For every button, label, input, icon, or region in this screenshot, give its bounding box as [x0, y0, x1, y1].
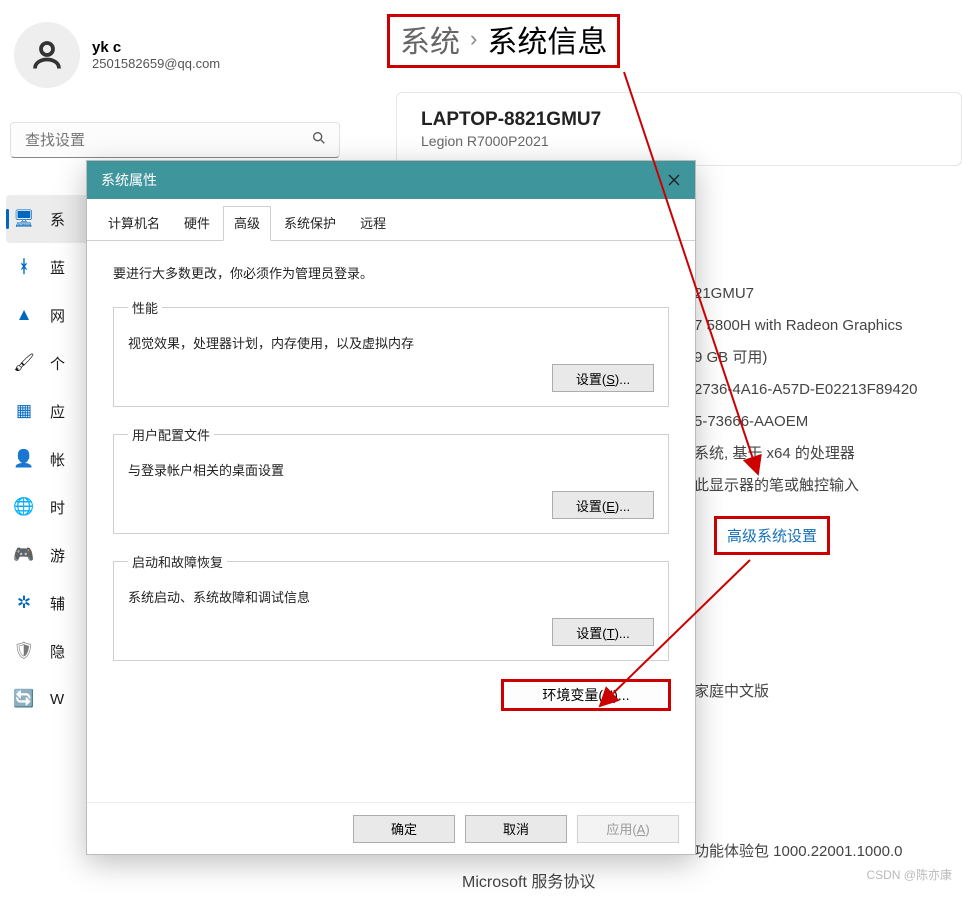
- avatar[interactable]: [14, 22, 80, 88]
- group-legend: 启动和故障恢复: [128, 552, 227, 571]
- dialog-title: 系统属性: [101, 170, 157, 190]
- sidebar-item-bluetooth[interactable]: ᚼ蓝: [0, 243, 100, 291]
- tab-hardware[interactable]: 硬件: [173, 206, 221, 241]
- brush-icon: 🖌: [14, 353, 34, 373]
- wifi-icon: ▲: [14, 305, 34, 325]
- ok-button[interactable]: 确定: [353, 815, 455, 843]
- info-line: 系统, 基于 x64 的处理器: [694, 438, 918, 470]
- performance-settings-button[interactable]: 设置(S)...: [552, 364, 654, 392]
- gamepad-icon: 🎮: [14, 545, 34, 565]
- sidebar-item-privacy[interactable]: 🛡隐: [0, 627, 100, 675]
- tab-remote[interactable]: 远程: [349, 206, 397, 241]
- display-icon: 🖥: [14, 209, 34, 229]
- user-name: yk c: [92, 39, 220, 56]
- info-line: 5-73666-AAOEM: [694, 406, 918, 438]
- group-desc: 与登录帐户相关的桌面设置: [128, 460, 654, 479]
- user-email: 2501582659@qq.com: [92, 56, 220, 71]
- close-icon: [668, 174, 680, 186]
- breadcrumb: 系统 › 系统信息: [387, 14, 620, 68]
- startup-recovery-settings-button[interactable]: 设置(T)...: [552, 618, 654, 646]
- apps-icon: ▦: [14, 401, 34, 421]
- info-line: 此显示器的笔或触控输入: [694, 470, 918, 502]
- group-legend: 性能: [128, 298, 162, 317]
- sidebar-item-system[interactable]: 🖥系: [6, 195, 94, 243]
- sidebar-item-apps[interactable]: ▦应: [0, 387, 100, 435]
- sidebar-item-gaming[interactable]: 🎮游: [0, 531, 100, 579]
- sidebar-item-personalization[interactable]: 🖌个: [0, 339, 100, 387]
- breadcrumb-current: 系统信息: [487, 17, 607, 61]
- device-model: Legion R7000P2021: [421, 133, 937, 149]
- tab-strip: 计算机名 硬件 高级 系统保护 远程: [87, 199, 695, 241]
- group-desc: 视觉效果，处理器计划，内存使用，以及虚拟内存: [128, 333, 654, 352]
- breadcrumb-parent[interactable]: 系统: [400, 17, 460, 61]
- dialog-body: 要进行大多数更改，你必须作为管理员登录。 性能 视觉效果，处理器计划，内存使用，…: [87, 241, 695, 727]
- globe-icon: 🌐: [14, 497, 34, 517]
- windows-edition: 家庭中文版: [694, 680, 769, 701]
- user-info: yk c 2501582659@qq.com: [92, 39, 220, 71]
- sidebar-item-update[interactable]: 🔄W: [0, 675, 100, 723]
- windows-version: 功能体验包 1000.22001.1000.0: [694, 840, 902, 861]
- info-line: 9 GB 可用): [694, 342, 918, 374]
- person-icon: 👤: [14, 449, 34, 469]
- search-box[interactable]: [10, 122, 340, 158]
- tab-computer-name[interactable]: 计算机名: [97, 206, 171, 241]
- sidebar-item-accounts[interactable]: 👤帐: [0, 435, 100, 483]
- device-card: LAPTOP-8821GMU7 Legion R7000P2021: [396, 92, 962, 166]
- cancel-button[interactable]: 取消: [465, 815, 567, 843]
- info-line: 21GMU7: [694, 278, 918, 310]
- user-profiles-settings-button[interactable]: 设置(E)...: [552, 491, 654, 519]
- performance-group: 性能 视觉效果，处理器计划，内存使用，以及虚拟内存 设置(S)...: [113, 298, 669, 407]
- info-line: 7 5800H with Radeon Graphics: [694, 310, 918, 342]
- system-info-values: 21GMU7 7 5800H with Radeon Graphics 9 GB…: [694, 278, 918, 502]
- info-line: 2736-4A16-A57D-E02213F89420: [694, 374, 918, 406]
- accessibility-icon: ✲: [14, 593, 34, 613]
- user-header: yk c 2501582659@qq.com: [14, 22, 220, 88]
- service-agreement-link[interactable]: Microsoft 服务协议: [462, 868, 595, 892]
- dialog-titlebar[interactable]: 系统属性: [87, 161, 695, 199]
- sidebar: 🖥系 ᚼ蓝 ▲网 🖌个 ▦应 👤帐 🌐时 🎮游 ✲辅 🛡隐 🔄W: [0, 195, 100, 723]
- device-name: LAPTOP-8821GMU7: [421, 109, 937, 131]
- user-profiles-group: 用户配置文件 与登录帐户相关的桌面设置 设置(E)...: [113, 425, 669, 534]
- environment-variables-button[interactable]: 环境变量(N)...: [501, 679, 671, 711]
- search-input[interactable]: [23, 131, 311, 150]
- admin-note: 要进行大多数更改，你必须作为管理员登录。: [113, 263, 671, 282]
- apply-button[interactable]: 应用(A): [577, 815, 679, 843]
- system-properties-dialog: 系统属性 计算机名 硬件 高级 系统保护 远程 要进行大多数更改，你必须作为管理…: [86, 160, 696, 855]
- chevron-right-icon: ›: [470, 26, 477, 52]
- advanced-system-settings-link[interactable]: 高级系统设置: [714, 516, 830, 555]
- sidebar-item-network[interactable]: ▲网: [0, 291, 100, 339]
- sidebar-item-time[interactable]: 🌐时: [0, 483, 100, 531]
- dialog-footer: 确定 取消 应用(A): [87, 802, 695, 854]
- close-button[interactable]: [653, 161, 695, 199]
- tab-system-protection[interactable]: 系统保护: [273, 206, 347, 241]
- bluetooth-icon: ᚼ: [14, 257, 34, 277]
- sync-icon: 🔄: [14, 689, 34, 709]
- group-desc: 系统启动、系统故障和调试信息: [128, 587, 654, 606]
- watermark: CSDN @陈亦康: [866, 866, 952, 883]
- sidebar-item-accessibility[interactable]: ✲辅: [0, 579, 100, 627]
- person-icon: [29, 37, 65, 73]
- group-legend: 用户配置文件: [128, 425, 214, 444]
- shield-icon: 🛡: [14, 641, 34, 661]
- tab-advanced[interactable]: 高级: [223, 206, 271, 241]
- startup-recovery-group: 启动和故障恢复 系统启动、系统故障和调试信息 设置(T)...: [113, 552, 669, 661]
- search-icon[interactable]: [311, 130, 327, 150]
